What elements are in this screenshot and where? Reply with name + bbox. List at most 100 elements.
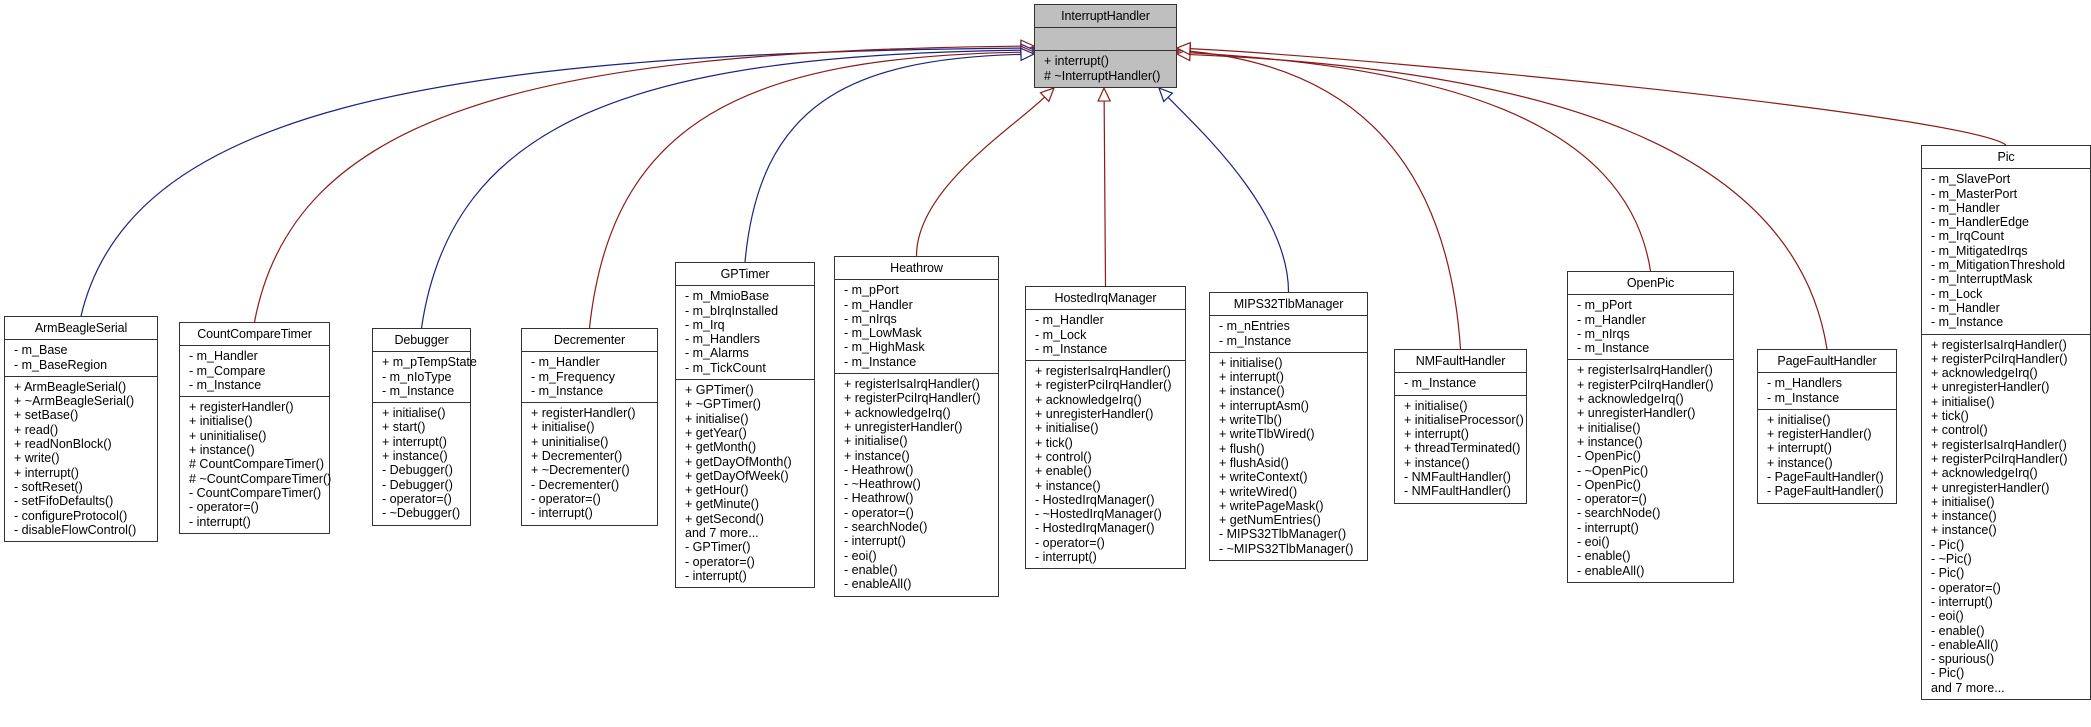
class-pagefaulthandler[interactable]: PageFaultHandler - m_Handlers - m_Instance… bbox=[1757, 349, 1897, 504]
operation: - softReset() bbox=[14, 479, 83, 494]
operation: + getDayOfWeek() bbox=[685, 468, 789, 483]
operation: + interruptAsm() bbox=[1219, 398, 1309, 413]
inheritance-edge-heathrow bbox=[915, 96, 1046, 257]
operation: - searchNode() bbox=[844, 520, 928, 535]
class-countcomparetimer[interactable]: CountCompareTimer - m_Handler - m_Compare -… bbox=[179, 322, 331, 534]
operation: + uninitialise() bbox=[531, 434, 609, 449]
attribute: - m_nEntries bbox=[1219, 319, 1290, 334]
class-interrupthandler[interactable]: InterruptHandler + interrupt() # ~Interr… bbox=[1034, 4, 1177, 88]
operation: + registerHandler() bbox=[189, 400, 294, 415]
operation: + ArmBeagleSerial() bbox=[14, 379, 127, 394]
operation: - enableAll() bbox=[1931, 637, 1999, 652]
class-operations: + registerHandler() + initialise() + unini… bbox=[522, 403, 657, 524]
class-operations: + initialise() + interrupt() + instance() +… bbox=[1210, 353, 1367, 560]
operation: + Decrementer() bbox=[531, 449, 623, 464]
attribute: - m_Handlers bbox=[1767, 376, 1843, 391]
class-attributes: - m_pPort - m_Handler - m_nIrqs - m_LowMask… bbox=[835, 280, 998, 375]
operation: + initialise() bbox=[1577, 420, 1641, 435]
operation: + interrupt() bbox=[1044, 54, 1109, 69]
class-operations: + registerIsaIrqHandler() + registerPciIr… bbox=[1922, 335, 2090, 699]
class-attributes: - m_nEntries - m_Instance bbox=[1210, 316, 1367, 353]
operation: - operator=() bbox=[531, 491, 601, 506]
operation: + writeWired() bbox=[1219, 484, 1298, 499]
class-attributes: - m_Handler - m_Lock - m_Instance bbox=[1026, 310, 1185, 362]
operation: + initialise() bbox=[1219, 355, 1283, 370]
operation: - interrupt() bbox=[844, 534, 906, 549]
operation: + initialise() bbox=[531, 420, 595, 435]
inheritance-edge-gptimer bbox=[744, 53, 1022, 263]
attribute: - m_MitigatedIrqs bbox=[1931, 243, 2028, 258]
operation: + interrupt() bbox=[14, 465, 79, 480]
operation: + writeTlbWired() bbox=[1219, 427, 1315, 442]
operation: + GPTimer() bbox=[685, 383, 754, 398]
operation: - eoi() bbox=[1577, 535, 1610, 550]
operation: + registerIsaIrqHandler() bbox=[844, 377, 980, 392]
operation: + flush() bbox=[1219, 441, 1265, 456]
operation: - GPTimer() bbox=[685, 540, 751, 555]
operation: - operator=() bbox=[1577, 492, 1647, 507]
operation: + ~ArmBeagleSerial() bbox=[14, 394, 135, 409]
operation: + acknowledgeIrq() bbox=[1931, 466, 2038, 481]
operation: + ~Decrementer() bbox=[531, 463, 630, 478]
operation: + instance() bbox=[1931, 523, 1997, 538]
operation: + unregisterHandler() bbox=[1577, 406, 1696, 421]
attribute: - m_Instance bbox=[1035, 341, 1108, 356]
operation: + instance() bbox=[1767, 455, 1833, 470]
operation: + initialise() bbox=[189, 414, 253, 429]
operation: - enableAll() bbox=[1577, 563, 1645, 578]
attribute: - m_Instance bbox=[189, 377, 262, 392]
operation: + acknowledgeIrq() bbox=[844, 405, 951, 420]
class-attributes: - m_Handler - m_Compare - m_Instance bbox=[180, 346, 329, 398]
operation: + read() bbox=[14, 422, 59, 437]
class-title: Heathrow bbox=[835, 257, 998, 281]
operation: + start() bbox=[382, 420, 426, 435]
more-members-link[interactable]: and 7 more... bbox=[1931, 681, 2084, 695]
operation: + interrupt() bbox=[1219, 370, 1284, 385]
class-debugger[interactable]: Debugger + m_pTempState - m_nIoType - m_Ins… bbox=[372, 328, 477, 526]
attribute: - m_pPort bbox=[1577, 298, 1632, 313]
operation: + initialiseProcessor() bbox=[1404, 412, 1524, 427]
class-nmfaulthandler[interactable]: NMFaultHandler - m_Instance + initialise()… bbox=[1394, 349, 1527, 504]
attribute: - m_Instance bbox=[1577, 341, 1650, 356]
operation: + enable() bbox=[1035, 464, 1092, 479]
class-attributes: - m_Handlers - m_Instance bbox=[1758, 373, 1896, 410]
operation: - PageFaultHandler() bbox=[1767, 484, 1884, 499]
class-decrementer[interactable]: Decrementer - m_Handler - m_Frequency - m_I… bbox=[521, 328, 658, 526]
operation: + registerPciIrqHandler() bbox=[1035, 378, 1172, 393]
operation: - enableAll() bbox=[844, 577, 912, 592]
operation: + getDayOfMonth() bbox=[685, 454, 792, 469]
operation: + initialise() bbox=[685, 411, 749, 426]
operation: + registerIsaIrqHandler() bbox=[1931, 437, 2067, 452]
operation: + registerPciIrqHandler() bbox=[1931, 351, 2068, 366]
operation: - Pic() bbox=[1931, 566, 1965, 581]
class-pic[interactable]: Pic - m_SlavePort - m_MasterPort - m_Handle… bbox=[1921, 145, 2091, 700]
attribute: - m_Handler bbox=[531, 355, 600, 370]
operation: + acknowledgeIrq() bbox=[1577, 392, 1684, 407]
more-members-link[interactable]: and 7 more... bbox=[685, 526, 808, 540]
class-attributes bbox=[1035, 28, 1176, 52]
attribute: - m_BaseRegion bbox=[14, 357, 108, 372]
operation: + initialise() bbox=[1767, 412, 1831, 427]
class-hostedirqmanager[interactable]: HostedIrqManager - m_Handler - m_Lock - m_I… bbox=[1025, 286, 1186, 570]
operation: + registerHandler() bbox=[531, 406, 636, 421]
class-mips32tlbmanager[interactable]: MIPS32TlbManager - m_nEntries - m_Instance… bbox=[1209, 292, 1368, 562]
class-openpic[interactable]: OpenPic - m_pPort - m_Handler - m_nIrqs - m_… bbox=[1567, 271, 1734, 583]
operation: + interrupt() bbox=[1767, 441, 1832, 456]
operation: + getMinute() bbox=[685, 497, 759, 512]
operation: + writeContext() bbox=[1219, 470, 1308, 485]
inheritance-arrowhead bbox=[1097, 86, 1112, 102]
class-heathrow[interactable]: Heathrow - m_pPort - m_Handler - m_nIrqs - m… bbox=[834, 256, 999, 597]
operation: - NMFaultHandler() bbox=[1404, 484, 1511, 499]
operation: - interrupt() bbox=[1577, 520, 1639, 535]
class-armbeagleserial[interactable]: ArmBeagleSerial - m_Base - m_BaseRegion + A… bbox=[4, 316, 158, 543]
class-title: InterruptHandler bbox=[1035, 5, 1176, 29]
attribute: - m_MasterPort bbox=[1931, 186, 2018, 201]
operation: - configureProtocol() bbox=[14, 508, 128, 523]
attribute: - m_bIrqInstalled bbox=[685, 303, 779, 318]
operation: + initialise() bbox=[844, 434, 908, 449]
operation: + getHour() bbox=[685, 483, 749, 498]
class-gptimer[interactable]: GPTimer - m_MmioBase - m_bIrqInstalled - m_… bbox=[675, 262, 815, 589]
operation: + instance() bbox=[1404, 455, 1470, 470]
operation: - Pic() bbox=[1931, 537, 1965, 552]
operation: + initialise() bbox=[1404, 398, 1468, 413]
